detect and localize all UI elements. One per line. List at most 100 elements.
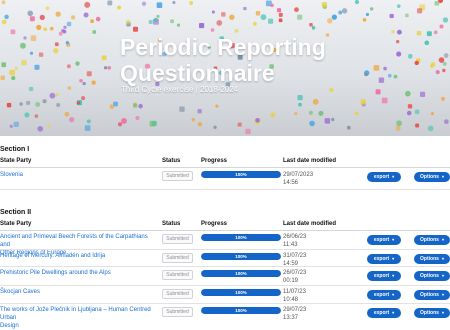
property-link[interactable]: The works of Jože Plečnik in Ljubljana –… [0, 306, 155, 330]
person-icon [172, 0, 176, 5]
person-icon [415, 123, 420, 128]
person-icon [9, 124, 13, 128]
person-icon [39, 14, 45, 21]
person-icon [1, 62, 7, 68]
person-icon [276, 8, 282, 13]
property-name-line-1: The works of Jože Plečnik in Ljubljana –… [0, 307, 151, 321]
progress-bar: 100% [201, 289, 281, 296]
progress-label: 100% [235, 308, 247, 313]
chevron-down-icon: ▾ [392, 174, 395, 179]
person-icon [270, 3, 274, 8]
person-icon [405, 13, 409, 18]
options-button[interactable]: Options ▾ [414, 254, 450, 264]
state-party-link[interactable]: Slovenia [0, 171, 155, 179]
person-icon [170, 19, 174, 24]
export-button[interactable]: export ▾ [367, 254, 401, 264]
chevron-down-icon: ▾ [392, 273, 395, 278]
person-icon [95, 16, 101, 22]
person-icon [427, 125, 434, 132]
options-label: Options [420, 310, 439, 316]
progress-label: 100% [235, 254, 247, 259]
col-last-modified: Last date modified [283, 158, 337, 164]
person-icon [86, 71, 92, 77]
chevron-down-icon: ▾ [392, 310, 395, 315]
person-icon [0, 75, 5, 81]
person-icon [113, 101, 118, 107]
person-icon [213, 125, 217, 129]
section-1-table-header: State Party Status Progress Last date mo… [0, 156, 450, 167]
person-icon [270, 113, 276, 118]
property-link[interactable]: Škocjan Caves [0, 288, 155, 296]
options-button[interactable]: Options ▾ [414, 172, 450, 182]
person-icon [133, 103, 138, 108]
person-icon [135, 115, 140, 121]
options-button[interactable]: Options ▾ [414, 308, 450, 318]
person-icon [294, 111, 298, 116]
property-name-line-1: Prehistoric Pile Dwellings around the Al… [0, 270, 111, 276]
person-icon [210, 28, 215, 32]
property-name-line-1: Ancient and Primeval Beech Forests of th… [0, 234, 148, 248]
person-icon [156, 14, 160, 18]
person-icon [54, 42, 59, 47]
col-last-modified: Last date modified [283, 221, 337, 227]
person-icon [34, 64, 40, 70]
person-icon [141, 1, 147, 6]
export-button[interactable]: export ▾ [367, 271, 401, 281]
export-button[interactable]: export ▾ [367, 290, 401, 300]
person-icon [324, 118, 331, 124]
progress-bar: 100% [201, 171, 281, 178]
person-icon [47, 124, 51, 128]
person-icon [442, 17, 449, 23]
person-icon [101, 55, 107, 61]
person-icon [237, 122, 242, 127]
person-icon [198, 22, 205, 29]
section-2-table-header: State Party Status Progress Last date mo… [0, 219, 450, 230]
person-icon [318, 110, 324, 116]
person-icon [1, 0, 6, 5]
export-button[interactable]: export ▾ [367, 235, 401, 245]
person-icon [442, 61, 447, 66]
person-icon [84, 1, 91, 8]
options-button[interactable]: Options ▾ [414, 235, 450, 245]
col-state-party: State Party [0, 221, 32, 227]
last-modified-time: 11:43 [283, 242, 298, 248]
person-icon [255, 11, 261, 16]
person-icon [443, 53, 449, 58]
options-label: Options [420, 273, 439, 279]
last-modified-date: 26/07/23 [283, 270, 307, 276]
person-icon [53, 48, 59, 54]
person-icon [49, 26, 54, 31]
last-modified-time: 13:37 [283, 315, 299, 321]
progress-bar: 100% [201, 307, 281, 314]
divider [0, 189, 450, 190]
property-name-line-1: Škocjan Caves [0, 289, 41, 295]
person-icon [14, 66, 18, 70]
progress-bar: 100% [201, 253, 281, 260]
person-icon [86, 119, 91, 124]
export-label: export [373, 174, 390, 180]
property-link[interactable]: Heritage of Mercury. Almadén and Idrija [0, 252, 155, 260]
person-icon [49, 92, 56, 99]
person-icon [329, 87, 334, 93]
options-button[interactable]: Options ▾ [414, 271, 450, 281]
export-button[interactable]: export ▾ [367, 308, 401, 318]
person-icon [321, 2, 327, 8]
export-label: export [373, 292, 390, 298]
person-icon [360, 99, 366, 105]
person-icon [440, 96, 446, 101]
person-icon [362, 18, 367, 22]
person-icon [439, 24, 444, 29]
person-icon [84, 125, 91, 131]
export-label: export [373, 256, 390, 262]
person-icon [243, 6, 247, 11]
chevron-down-icon: ▾ [441, 273, 444, 278]
person-icon [83, 12, 89, 18]
options-button[interactable]: Options ▾ [414, 290, 450, 300]
person-icon [252, 21, 257, 26]
export-button[interactable]: export ▾ [367, 172, 401, 182]
last-modified-date: 31/07/23 [283, 253, 307, 259]
property-link[interactable]: Prehistoric Pile Dwellings around the Al… [0, 269, 155, 277]
person-icon [4, 14, 9, 20]
person-icon [11, 75, 16, 81]
person-icon [381, 97, 388, 104]
